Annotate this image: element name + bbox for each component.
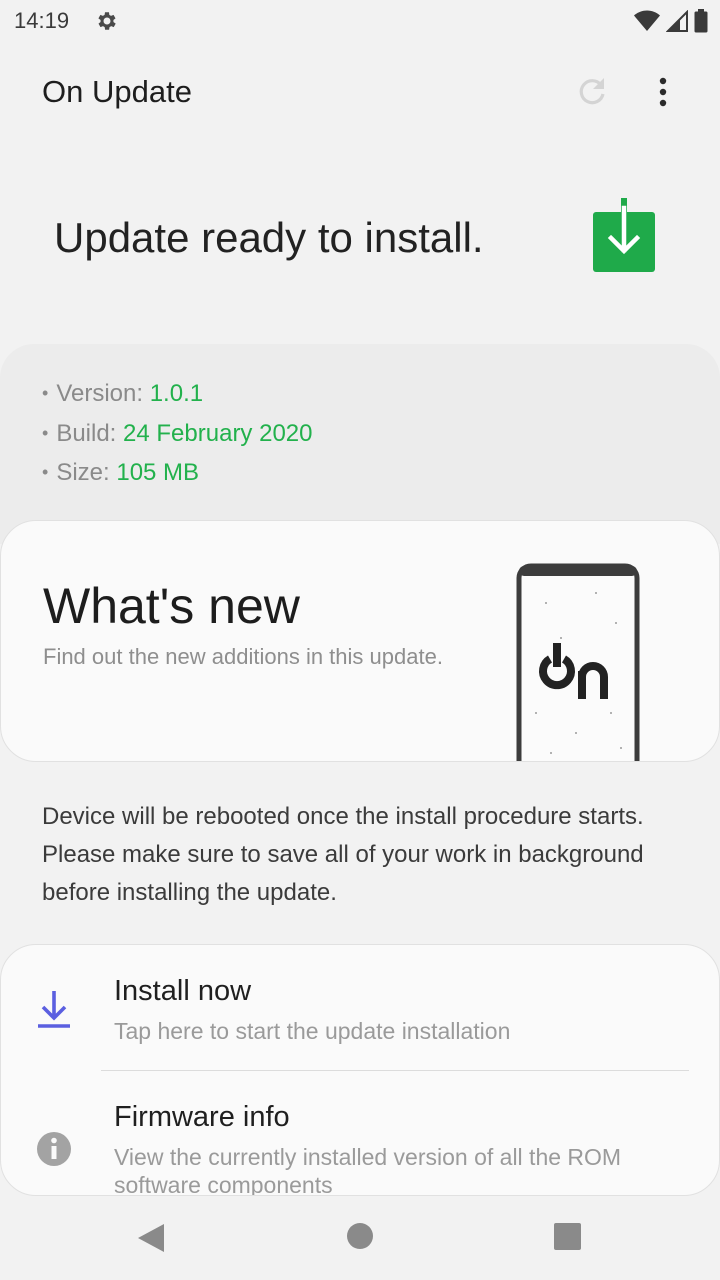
size-line: • Size: 105 MB: [42, 459, 200, 486]
back-icon[interactable]: [136, 1222, 166, 1254]
firmware-info-subtitle: View the currently installed version of …: [114, 1144, 622, 1196]
battery-icon: [694, 9, 708, 33]
build-label: Build:: [56, 420, 117, 447]
version-line: • Version: 1.0.1: [42, 380, 204, 407]
size-value: 105 MB: [116, 459, 200, 486]
download-ready-icon: [593, 198, 655, 272]
more-vert-icon[interactable]: [648, 74, 678, 110]
whats-new-subtitle: Find out the new additions in this updat…: [43, 644, 443, 669]
info-icon: [37, 1132, 71, 1166]
install-now-title: Install now: [114, 975, 252, 1007]
firmware-info-title: Firmware info: [114, 1101, 290, 1133]
status-time: 14:19: [14, 8, 70, 33]
build-value: 24 February 2020: [123, 420, 313, 447]
wifi-icon: [634, 10, 660, 31]
firmware-info-item[interactable]: Firmware info View the currently install…: [1, 1071, 719, 1196]
phone-on-logo-illustration: [516, 563, 640, 761]
install-now-item[interactable]: Install now Tap here to start the update…: [1, 945, 719, 1069]
refresh-icon[interactable]: [574, 74, 610, 110]
status-bar: 14:19: [0, 0, 720, 44]
install-now-subtitle: Tap here to start the update installatio…: [114, 1018, 511, 1044]
whats-new-title: What's new: [43, 578, 300, 634]
hero-title: Update ready to install.: [54, 214, 484, 261]
home-icon[interactable]: [346, 1222, 374, 1250]
app-title: On Update: [42, 74, 192, 109]
signal-icon: [666, 10, 688, 32]
navigation-bar: [0, 1196, 720, 1280]
actions-card: Install now Tap here to start the update…: [0, 944, 720, 1196]
size-label: Size:: [56, 459, 110, 486]
reboot-note: Device will be rebooted once the install…: [42, 803, 644, 906]
version-value: 1.0.1: [149, 380, 204, 407]
build-line: • Build: 24 February 2020: [42, 420, 313, 447]
download-icon: [38, 991, 70, 1028]
whats-new-card[interactable]: What's new Find out the new additions in…: [0, 520, 720, 762]
version-label: Version:: [56, 380, 144, 407]
settings-gear-icon: [98, 12, 116, 30]
update-info-panel: • Version: 1.0.1 • Build: 24 February 2020…: [0, 344, 720, 544]
recents-icon[interactable]: [554, 1223, 581, 1250]
